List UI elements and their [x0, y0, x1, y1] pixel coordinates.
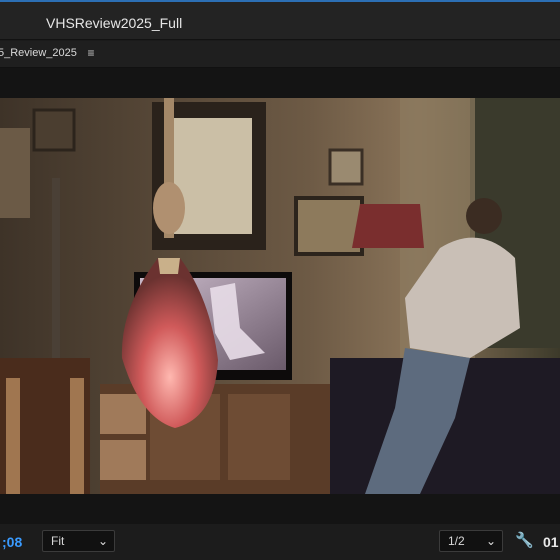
duration-timecode: 01 [543, 534, 559, 550]
chevron-down-icon: ⌄ [97, 534, 108, 548]
sequence-tab-label[interactable]: 5_Review_2025 [0, 47, 77, 59]
playback-resolution-value: 1/2 [448, 534, 465, 548]
chevron-down-icon: ⌄ [485, 534, 496, 548]
project-title: VHSReview2025_Full [46, 15, 183, 31]
playhead-timecode[interactable]: ;08 [2, 534, 22, 550]
monitor-controls-bar: ;08 Fit ⌄ 1/2 ⌄ 🔧 01 [0, 524, 560, 560]
program-monitor-frame[interactable] [0, 98, 560, 494]
wrench-icon[interactable]: 🔧 [515, 532, 534, 550]
viewer-letterbox-bottom [0, 494, 560, 524]
playback-resolution-dropdown[interactable]: 1/2 ⌄ [439, 530, 503, 552]
sequence-tab-bar: 5_Review_2025 ≡ [0, 41, 560, 68]
title-bar: VHSReview2025_Full [0, 2, 560, 40]
zoom-fit-dropdown[interactable]: Fit ⌄ [42, 530, 115, 552]
hamburger-menu-icon[interactable]: ≡ [84, 45, 98, 61]
zoom-fit-value: Fit [51, 534, 65, 548]
viewer-letterbox-top [0, 68, 560, 98]
video-frame-image [0, 98, 560, 494]
